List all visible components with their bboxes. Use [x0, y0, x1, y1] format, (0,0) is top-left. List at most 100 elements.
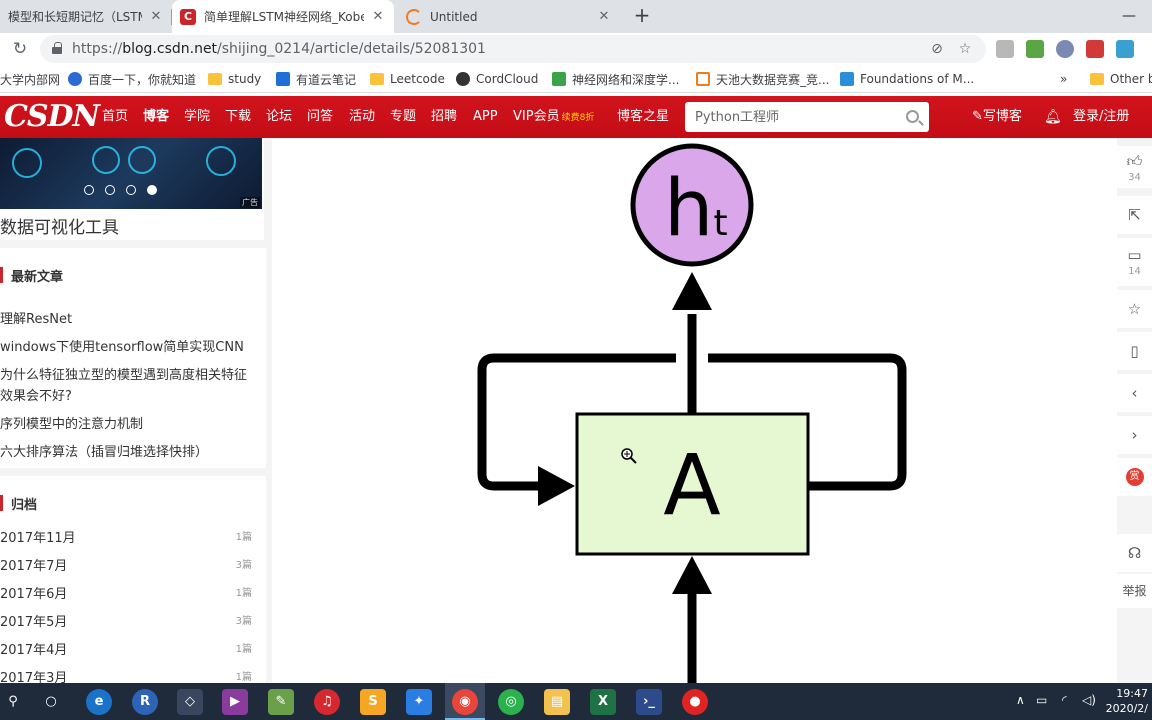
- article-link[interactable]: windows下使用tensorflow简单实现CNN: [0, 337, 258, 359]
- tab-lstm-model[interactable]: 模型和长短期记忆（LSTM） ✕: [0, 0, 172, 33]
- bookmark-campus-net[interactable]: 大学内部网: [0, 71, 60, 87]
- nav-topics[interactable]: 专题: [390, 96, 416, 138]
- url-text[interactable]: https://blog.csdn.net/shijing_0214/artic…: [72, 41, 486, 57]
- close-icon[interactable]: ✕: [596, 9, 612, 25]
- close-icon[interactable]: ✕: [370, 9, 386, 25]
- archive-item[interactable]: 2017年3月 1篇: [0, 667, 252, 683]
- nav-download[interactable]: 下载: [225, 96, 251, 138]
- carousel-dot[interactable]: [147, 185, 157, 195]
- comment-button[interactable]: ▭ 14: [1117, 238, 1152, 286]
- reward-button[interactable]: 赏: [1117, 458, 1152, 496]
- tab-lstm-csdn[interactable]: C 简单理解LSTM神经网络_Kobe B ✕: [172, 0, 394, 33]
- tab-untitled[interactable]: Untitled ✕: [398, 0, 620, 33]
- edge-icon[interactable]: e: [86, 689, 112, 715]
- address-bar[interactable]: https://blog.csdn.net/shijing_0214/artic…: [40, 35, 986, 63]
- chrome-icon[interactable]: ◉: [452, 689, 478, 715]
- volume-icon[interactable]: ◁): [1082, 693, 1096, 707]
- netease-music-icon[interactable]: ♫: [314, 689, 340, 715]
- taskbar-clock[interactable]: 19:47 2020/2/: [1106, 686, 1148, 716]
- article-link[interactable]: 为什么特征独立型的模型遇到高度相关特征: [0, 365, 258, 387]
- puzzle-extension-icon[interactable]: [1026, 40, 1044, 58]
- archive-item[interactable]: 2017年6月 1篇: [0, 583, 252, 603]
- lock-icon[interactable]: [52, 42, 62, 54]
- nav-jobs[interactable]: 招聘: [431, 96, 457, 138]
- reload-icon[interactable]: ↻: [8, 37, 32, 61]
- carousel-dot[interactable]: [105, 185, 115, 195]
- nav-vip[interactable]: VIP会员 续费8折: [513, 96, 594, 138]
- wechat-icon[interactable]: ◎: [498, 689, 524, 715]
- mobile-button[interactable]: ▯: [1117, 332, 1152, 370]
- file-explorer-icon[interactable]: ▤: [544, 689, 570, 715]
- image-extension-icon[interactable]: [1116, 40, 1134, 58]
- carousel-dot[interactable]: [84, 185, 94, 195]
- bookmark-other[interactable]: Other b: [1090, 71, 1152, 87]
- close-icon[interactable]: ✕: [148, 9, 164, 25]
- r-app-icon[interactable]: R: [132, 689, 158, 715]
- ad-title[interactable]: 数据可视化工具: [0, 213, 119, 238]
- article-link[interactable]: 六大排序算法（插冒归堆选择快排）: [0, 442, 258, 464]
- notepad-icon[interactable]: ✎: [268, 689, 294, 715]
- nav-events[interactable]: 活动: [349, 96, 375, 138]
- nav-app[interactable]: APP: [473, 96, 498, 138]
- face-extension-icon[interactable]: [1056, 40, 1074, 58]
- article-link[interactable]: 序列模型中的注意力机制: [0, 414, 258, 436]
- customer-service-button[interactable]: ☊: [1117, 534, 1152, 572]
- battery-icon[interactable]: ▭: [1036, 693, 1047, 707]
- write-blog-button[interactable]: ✎写博客: [972, 96, 1022, 138]
- nav-blog[interactable]: 博客: [143, 96, 169, 138]
- bookmark-tianchi[interactable]: 天池大数据竞赛_竞...: [696, 71, 829, 87]
- bookmarks-overflow-icon[interactable]: »: [1060, 71, 1067, 87]
- bookmark-baidu[interactable]: 百度一下，你就知道: [68, 71, 196, 87]
- excel-icon[interactable]: X: [590, 689, 616, 715]
- bookmark-cordcloud[interactable]: CordCloud: [456, 71, 538, 87]
- pdf-extension-icon[interactable]: [996, 40, 1014, 58]
- share-button[interactable]: ⇱: [1117, 196, 1152, 234]
- nav-home[interactable]: 首页: [102, 96, 128, 138]
- archive-item[interactable]: 2017年4月 1篇: [0, 639, 252, 659]
- archive-item[interactable]: 2017年5月 3篇: [0, 611, 252, 631]
- bookmark-foundations[interactable]: Foundations of M...: [840, 71, 974, 87]
- prev-article-button[interactable]: ‹: [1117, 374, 1152, 412]
- next-article-button[interactable]: ›: [1117, 416, 1152, 454]
- star-icon[interactable]: ☆: [956, 40, 974, 58]
- carousel-dot[interactable]: [126, 185, 136, 195]
- search-icon[interactable]: [906, 110, 919, 123]
- nav-qa[interactable]: 问答: [307, 96, 333, 138]
- bookmark-study[interactable]: study: [208, 71, 261, 87]
- visual-studio-icon[interactable]: ▶: [222, 689, 248, 715]
- task-view-icon[interactable]: ○: [38, 689, 64, 715]
- feishu-icon[interactable]: ✦: [406, 689, 432, 715]
- search-icon[interactable]: ⚲: [0, 689, 26, 715]
- bell-icon[interactable]: 🔔︎: [1044, 96, 1062, 138]
- tab-strip: 模型和长短期记忆（LSTM） ✕ C 简单理解LSTM神经网络_Kobe B ✕…: [0, 0, 1152, 33]
- new-tab-button[interactable]: +: [630, 4, 654, 28]
- nav-academy[interactable]: 学院: [184, 96, 210, 138]
- nav-blog-star[interactable]: 博客之星: [617, 96, 669, 138]
- article-content: A ht: [272, 138, 1117, 683]
- bookmark-leetcode[interactable]: Leetcode: [370, 71, 445, 87]
- archive-item[interactable]: 2017年7月 3篇: [0, 555, 252, 575]
- red-extension-icon[interactable]: [1086, 40, 1104, 58]
- record-icon[interactable]: ●: [682, 689, 708, 715]
- ad-image[interactable]: 广告: [0, 138, 262, 209]
- article-link-continued[interactable]: 效果会不好?: [0, 386, 258, 408]
- favorite-button[interactable]: ☆: [1117, 290, 1152, 328]
- bookmark-youdao[interactable]: 有道云笔记: [276, 71, 356, 87]
- block-icon[interactable]: ⊘: [928, 40, 946, 58]
- ad-card[interactable]: 广告 数据可视化工具: [0, 138, 264, 240]
- bookmark-neural-networks[interactable]: 神经网络和深度学...: [552, 71, 679, 87]
- like-button[interactable]: 👍︎ 34: [1117, 146, 1152, 188]
- search-input[interactable]: [685, 102, 885, 132]
- nav-forum[interactable]: 论坛: [266, 96, 292, 138]
- powershell-icon[interactable]: ›_: [636, 689, 662, 715]
- article-link[interactable]: 理解ResNet: [0, 309, 258, 331]
- virtualbox-icon[interactable]: ◇: [177, 689, 203, 715]
- sublime-icon[interactable]: S: [360, 689, 386, 715]
- login-button[interactable]: 登录/注册: [1073, 96, 1129, 138]
- report-button[interactable]: 举报: [1117, 574, 1152, 608]
- wifi-icon[interactable]: ◜: [1062, 693, 1067, 707]
- tray-chevron-up-icon[interactable]: ∧: [1016, 693, 1025, 707]
- minimize-icon[interactable]: —: [1106, 0, 1152, 33]
- csdn-logo[interactable]: CSDN: [4, 100, 100, 134]
- archive-item[interactable]: 2017年11月 1篇: [0, 527, 252, 547]
